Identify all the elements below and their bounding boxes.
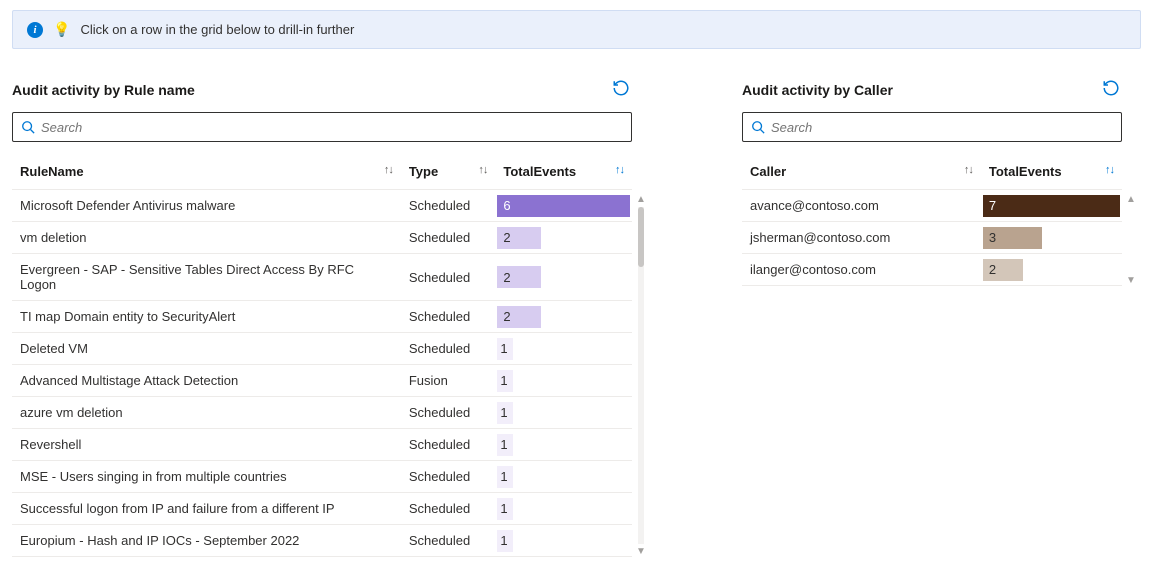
rule-table: RuleName↑↓ Type↑↓ TotalEvents↑↓ Microsof… (12, 158, 632, 557)
rule-type-cell: Fusion (401, 365, 496, 397)
search-box-rule[interactable] (12, 112, 632, 142)
total-events-cell: 1 (495, 365, 632, 397)
undo-button[interactable] (610, 77, 632, 102)
table-row[interactable]: Europium - Hash and IP IOCs - September … (12, 525, 632, 557)
rule-type-cell: Scheduled (401, 493, 496, 525)
rule-name-cell: Advanced Multistage Attack Detection (12, 365, 401, 397)
rule-type-cell: Scheduled (401, 222, 496, 254)
rule-type-cell: Scheduled (401, 254, 496, 301)
search-input-rule[interactable] (41, 120, 623, 135)
search-icon (21, 120, 35, 134)
table-row[interactable]: Evergreen - SAP - Sensitive Tables Direc… (12, 254, 632, 301)
scroll-down-icon[interactable]: ▼ (636, 546, 646, 557)
caller-cell: avance@contoso.com (742, 190, 981, 222)
rule-name-cell: Revershell (12, 429, 401, 461)
banner-text: Click on a row in the grid below to dril… (80, 22, 354, 37)
total-events-cell: 1 (495, 493, 632, 525)
rule-type-cell: Scheduled (401, 429, 496, 461)
caller-cell: ilanger@contoso.com (742, 254, 981, 286)
rule-name-cell: MSE - Users singing in from multiple cou… (12, 461, 401, 493)
search-input-caller[interactable] (771, 120, 1113, 135)
undo-button[interactable] (1100, 77, 1122, 102)
table-row[interactable]: vm deletionScheduled2 (12, 222, 632, 254)
table-row[interactable]: Advanced Multistage Attack DetectionFusi… (12, 365, 632, 397)
panel-title-rule: Audit activity by Rule name (12, 82, 195, 98)
sort-icon: ↑↓ (1105, 164, 1114, 176)
info-icon: i (27, 22, 43, 38)
col-header-totalevents[interactable]: TotalEvents↑↓ (495, 158, 632, 190)
total-events-cell: 1 (495, 461, 632, 493)
col-header-rulename[interactable]: RuleName↑↓ (12, 158, 401, 190)
total-events-cell: 2 (495, 222, 632, 254)
table-row[interactable]: MSE - Users singing in from multiple cou… (12, 461, 632, 493)
total-events-cell: 6 (495, 190, 632, 222)
sort-icon: ↑↓ (964, 164, 973, 176)
scrollbar[interactable]: ▲ ▼ (1126, 194, 1136, 286)
rule-type-cell: Scheduled (401, 461, 496, 493)
search-box-caller[interactable] (742, 112, 1122, 142)
rule-type-cell: Scheduled (401, 333, 496, 365)
total-events-cell: 1 (495, 397, 632, 429)
panel-title-caller: Audit activity by Caller (742, 82, 893, 98)
rule-name-cell: azure vm deletion (12, 397, 401, 429)
total-events-cell: 2 (495, 301, 632, 333)
total-events-cell: 1 (495, 429, 632, 461)
info-banner: i 💡 Click on a row in the grid below to … (12, 10, 1141, 49)
table-row[interactable]: ilanger@contoso.com2 (742, 254, 1122, 286)
total-events-cell: 2 (495, 254, 632, 301)
sort-icon: ↑↓ (384, 164, 393, 176)
scroll-up-icon[interactable]: ▲ (1126, 194, 1136, 205)
lightbulb-icon: 💡 (53, 21, 70, 38)
table-row[interactable]: Deleted VMScheduled1 (12, 333, 632, 365)
rule-type-cell: Scheduled (401, 397, 496, 429)
total-events-cell: 1 (495, 333, 632, 365)
table-row[interactable]: RevershellScheduled1 (12, 429, 632, 461)
table-row[interactable]: Successful logon from IP and failure fro… (12, 493, 632, 525)
total-events-cell: 2 (981, 254, 1122, 286)
audit-by-rule-panel: Audit activity by Rule name RuleName↑↓ T… (12, 77, 632, 557)
table-row[interactable]: avance@contoso.com7 (742, 190, 1122, 222)
total-events-cell: 7 (981, 190, 1122, 222)
sort-icon: ↑↓ (478, 164, 487, 176)
rule-name-cell: Successful logon from IP and failure fro… (12, 493, 401, 525)
audit-by-caller-panel: Audit activity by Caller Caller↑↓ TotalE… (742, 77, 1122, 557)
rule-type-cell: Scheduled (401, 301, 496, 333)
table-row[interactable]: Microsoft Defender Antivirus malwareSche… (12, 190, 632, 222)
rule-type-cell: Scheduled (401, 525, 496, 557)
rule-name-cell: TI map Domain entity to SecurityAlert (12, 301, 401, 333)
scroll-down-icon[interactable]: ▼ (1126, 275, 1136, 286)
table-row[interactable]: azure vm deletionScheduled1 (12, 397, 632, 429)
rule-name-cell: Deleted VM (12, 333, 401, 365)
col-header-caller[interactable]: Caller↑↓ (742, 158, 981, 190)
caller-cell: jsherman@contoso.com (742, 222, 981, 254)
scroll-up-icon[interactable]: ▲ (636, 194, 646, 205)
rule-type-cell: Scheduled (401, 190, 496, 222)
sort-icon: ↑↓ (615, 164, 624, 176)
table-row[interactable]: TI map Domain entity to SecurityAlertSch… (12, 301, 632, 333)
col-header-totalevents[interactable]: TotalEvents↑↓ (981, 158, 1122, 190)
col-header-type[interactable]: Type↑↓ (401, 158, 496, 190)
scrollbar[interactable]: ▲ ▼ (636, 194, 646, 557)
total-events-cell: 1 (495, 525, 632, 557)
rule-name-cell: Microsoft Defender Antivirus malware (12, 190, 401, 222)
table-row[interactable]: jsherman@contoso.com3 (742, 222, 1122, 254)
search-icon (751, 120, 765, 134)
rule-name-cell: Evergreen - SAP - Sensitive Tables Direc… (12, 254, 401, 301)
total-events-cell: 3 (981, 222, 1122, 254)
rule-name-cell: vm deletion (12, 222, 401, 254)
caller-table: Caller↑↓ TotalEvents↑↓ avance@contoso.co… (742, 158, 1122, 286)
rule-name-cell: Europium - Hash and IP IOCs - September … (12, 525, 401, 557)
